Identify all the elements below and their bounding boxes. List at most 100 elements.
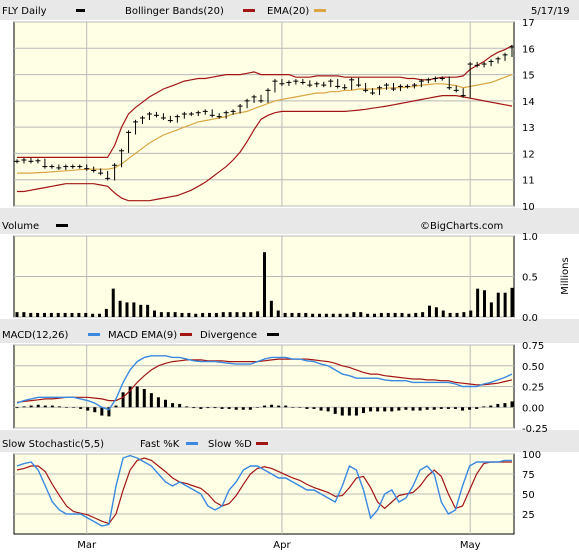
divergence-bar	[213, 407, 217, 409]
divergence-bar	[15, 407, 19, 409]
divergence-bar	[298, 407, 302, 408]
y-tick-label: 0.25	[522, 383, 544, 394]
volume-bar	[77, 312, 81, 317]
volume-unit-label: Millions	[560, 257, 571, 294]
volume-bar	[428, 305, 431, 317]
volume-bar	[173, 312, 177, 317]
volume-bar	[448, 312, 452, 317]
volume-bar	[187, 312, 191, 317]
divergence-bar	[425, 407, 429, 410]
divergence-bar	[376, 407, 380, 412]
y-tick-label: 12	[522, 149, 535, 160]
divergence-bar	[333, 407, 337, 414]
y-tick-label: 50	[522, 490, 535, 501]
volume-bar	[421, 312, 425, 317]
divergence-bar	[397, 407, 401, 411]
x-tick-label: Mar	[77, 540, 97, 551]
divergence-bar	[418, 407, 422, 411]
volume-bar	[194, 313, 198, 317]
volume-bar	[462, 312, 466, 317]
y-tick-label: 100	[522, 450, 541, 461]
divergence-bar	[192, 407, 196, 409]
volume-bar	[49, 312, 53, 317]
volume-bar	[15, 312, 19, 317]
volume-bar	[407, 313, 411, 317]
volume-bar	[373, 313, 376, 317]
divergence-bar	[468, 407, 472, 410]
divergence-bar	[149, 393, 153, 408]
volume-bar	[290, 312, 294, 317]
bollinger-legend-swatch	[243, 9, 255, 12]
y-tick-label: 10	[522, 202, 535, 213]
volume-legend-swatch	[56, 224, 68, 227]
divergence-label: Divergence	[200, 330, 257, 341]
volume-bar	[221, 312, 225, 317]
y-tick-label: 15	[522, 71, 535, 82]
fast-k-legend-swatch	[186, 442, 198, 445]
macd-ema-label: MACD EMA(9)	[108, 330, 177, 341]
volume-bar	[469, 310, 473, 317]
volume-bar	[118, 300, 122, 317]
volume-bar	[84, 312, 88, 317]
volume-bar	[214, 312, 218, 317]
y-tick-label: 0.00	[522, 403, 544, 414]
volume-bar	[283, 312, 287, 317]
divergence-bar	[461, 407, 464, 411]
x-tick-label: Apr	[273, 540, 291, 551]
volume-label: Volume	[2, 221, 39, 232]
volume-bar	[276, 310, 280, 317]
divergence-bar	[114, 405, 118, 408]
volume-bar	[22, 312, 26, 317]
divergence-bar	[220, 407, 224, 409]
volume-bar	[63, 312, 67, 317]
x-tick-label: May	[460, 540, 481, 551]
volume-bar	[441, 310, 445, 317]
y-tick-label: 11	[522, 176, 535, 187]
volume-bar	[139, 304, 143, 317]
divergence-bar	[439, 407, 443, 409]
divergence-bar	[255, 407, 259, 408]
volume-bar	[359, 312, 363, 317]
y-tick-label: 0.5	[522, 273, 538, 284]
volume-bar	[132, 302, 136, 317]
y-tick-label: 25	[522, 510, 535, 521]
volume-bar	[379, 312, 383, 317]
volume-bar	[263, 252, 266, 317]
volume-bar	[166, 312, 170, 317]
volume-bar	[503, 292, 507, 317]
slow-d-label: Slow %D	[208, 439, 252, 450]
volume-bar	[304, 312, 308, 317]
divergence-bar	[383, 407, 387, 412]
divergence-bar	[72, 407, 76, 408]
volume-bar	[400, 312, 404, 317]
symbol-label: FLY Daily	[2, 6, 47, 17]
divergence-bar	[284, 405, 288, 408]
divergence-bar	[248, 407, 252, 410]
volume-bar	[476, 288, 480, 317]
y-tick-label: 0.0	[522, 313, 538, 324]
divergence-bar	[411, 407, 415, 411]
divergence-bar	[86, 407, 90, 411]
y-tick-label: 75	[522, 470, 535, 481]
volume-bar	[153, 310, 156, 317]
divergence-bar	[404, 407, 408, 410]
divergence-bar	[446, 407, 450, 409]
volume-bar	[393, 312, 397, 317]
divergence-bar	[489, 405, 493, 408]
volume-bar	[70, 312, 74, 317]
volume-bar	[111, 288, 115, 317]
divergence-bar	[432, 407, 436, 410]
divergence-bar	[277, 405, 281, 408]
divergence-bar	[227, 407, 231, 409]
macd-legend-swatch	[88, 333, 100, 336]
divergence-bar	[503, 403, 507, 408]
y-tick-label: -0.25	[522, 424, 548, 435]
macd-header-bar	[0, 319, 579, 343]
divergence-bar	[206, 407, 210, 409]
divergence-bar	[326, 407, 330, 412]
divergence-bar	[178, 403, 182, 408]
divergence-bar	[100, 407, 104, 416]
divergence-legend-swatch	[267, 333, 279, 336]
divergence-bar	[57, 406, 61, 408]
divergence-bar	[29, 405, 33, 408]
